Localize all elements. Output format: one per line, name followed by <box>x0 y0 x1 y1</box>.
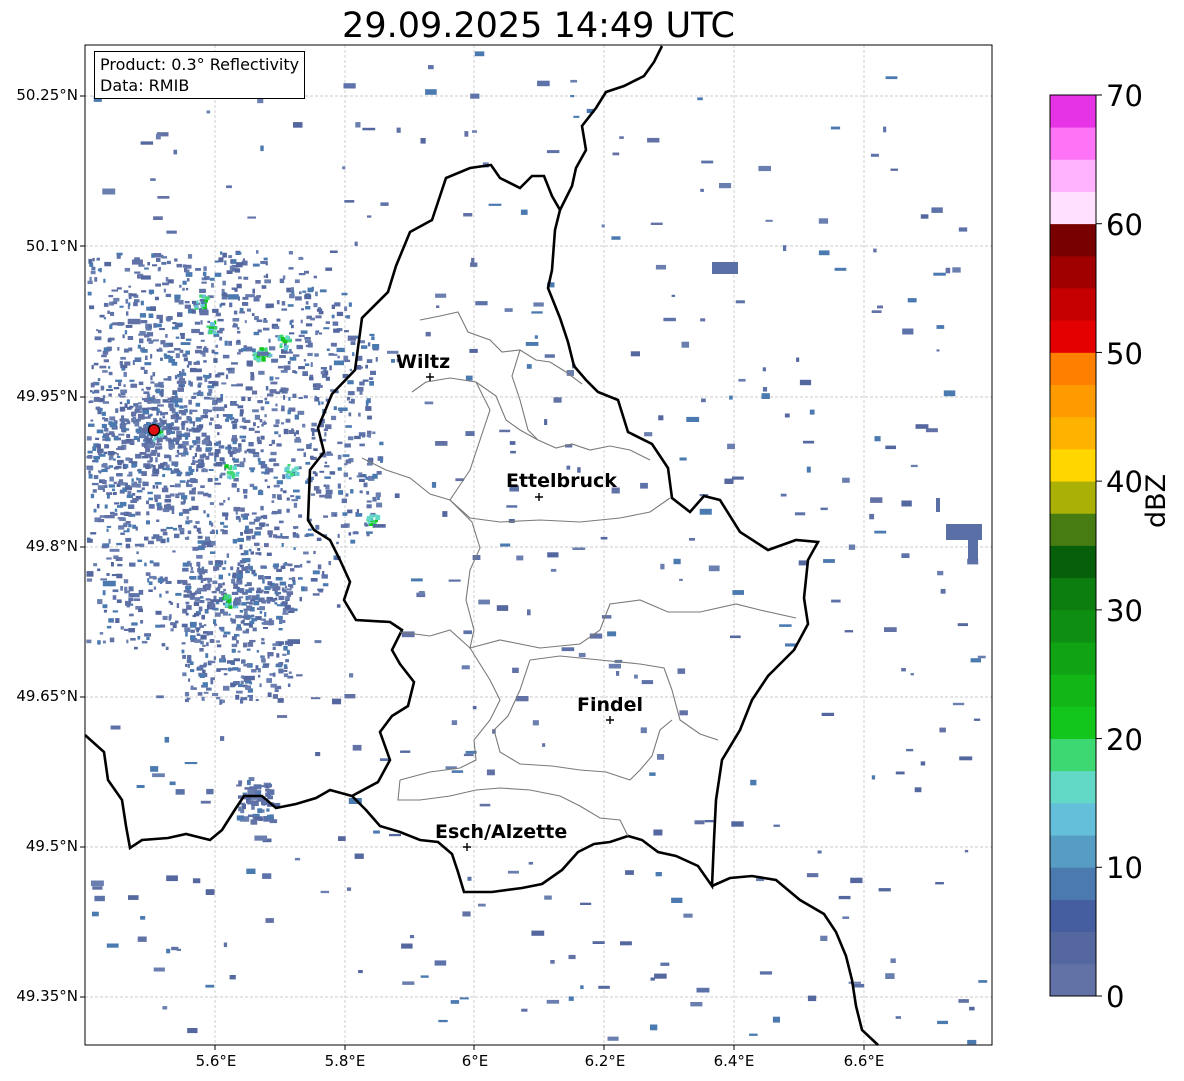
lat-tick-label: 50.1°N <box>25 237 78 255</box>
city-label-ettelbruck: Ettelbruck <box>506 470 617 492</box>
product-info-box: Product: 0.3° Reflectivity Data: RMIB <box>94 51 306 99</box>
reflectivity-echoes <box>86 51 988 1045</box>
colorbar-segment <box>1050 448 1096 482</box>
colorbar-tick-label: 70 <box>1106 79 1143 113</box>
colorbar-segment <box>1050 770 1096 804</box>
colorbar-tick-label: 10 <box>1106 851 1143 885</box>
colorbar-tick-label: 60 <box>1106 208 1143 242</box>
lat-tick-label: 50.25°N <box>16 86 78 104</box>
colorbar-tick-label: 20 <box>1106 723 1143 757</box>
colorbar-segment <box>1050 642 1096 675</box>
colorbar-segment <box>1050 288 1096 321</box>
colorbar-segment <box>1050 513 1096 546</box>
colorbar-segment <box>1050 609 1096 643</box>
graticule <box>80 45 992 1050</box>
colorbar-segment <box>1050 545 1096 579</box>
colorbar-label: dBZ <box>1141 473 1172 528</box>
country-border-france-belgium <box>84 734 353 851</box>
colorbar-tick-label: 50 <box>1106 337 1143 371</box>
product-label: Product: 0.3° Reflectivity <box>100 55 300 74</box>
lon-tick-label: 5.8°E <box>324 1052 366 1070</box>
lat-tick-label: 49.5°N <box>25 837 78 855</box>
city-marker-esch <box>463 843 471 851</box>
lat-tick-label: 49.95°N <box>16 387 78 405</box>
lon-tick-label: 5.6°E <box>195 1052 237 1070</box>
colorbar-segment <box>1050 738 1096 772</box>
city-label-findel: Findel <box>577 694 644 716</box>
lat-tick-label: 49.65°N <box>16 687 78 705</box>
country-border-germany-north <box>558 45 664 211</box>
radar-site-marker <box>147 423 161 437</box>
colorbar-segment <box>1050 95 1096 128</box>
colorbar-tick-label: 40 <box>1106 465 1143 499</box>
lat-tick-label: 49.8°N <box>25 537 78 555</box>
lon-tick-label: 6.2°E <box>584 1052 626 1070</box>
city-marker-wiltz <box>426 373 434 381</box>
lon-tick-label: 6.4°E <box>713 1052 755 1070</box>
colorbar-tick-label: 0 <box>1106 980 1125 1014</box>
colorbar-segment <box>1050 577 1096 611</box>
radar-map <box>80 44 1102 1050</box>
colorbar-segment <box>1050 127 1096 160</box>
colorbar-segment <box>1050 963 1096 997</box>
data-source-label: Data: RMIB <box>100 76 190 95</box>
map-title: 29.09.2025 14:49 UTC <box>342 6 735 46</box>
map-frame <box>84 44 993 1046</box>
colorbar-segment <box>1050 352 1096 386</box>
colorbar-segment <box>1050 159 1096 192</box>
city-label-esch-alzette: Esch/Alzette <box>435 821 568 843</box>
city-marker-findel <box>606 716 614 724</box>
lat-tick-label: 49.35°N <box>16 987 78 1005</box>
city-label-wiltz: Wiltz <box>396 351 451 373</box>
lon-tick-label: 6.6°E <box>843 1052 885 1070</box>
colorbar-segment <box>1050 255 1096 289</box>
colorbar <box>1049 94 1102 997</box>
lon-tick-label: 6°E <box>461 1052 489 1070</box>
colorbar-segment <box>1050 835 1096 868</box>
colorbar-tick-label: 30 <box>1106 594 1143 628</box>
colorbar-segment <box>1050 320 1096 353</box>
colorbar-segment <box>1050 802 1096 836</box>
canton-borders <box>361 311 797 837</box>
colorbar-segment <box>1050 899 1096 933</box>
colorbar-segment <box>1050 706 1096 739</box>
city-markers <box>426 373 614 851</box>
colorbar-segment <box>1050 416 1096 450</box>
country-border <box>306 163 821 894</box>
colorbar-segment <box>1050 481 1096 514</box>
colorbar-segment <box>1050 931 1096 965</box>
colorbar-segment <box>1050 384 1096 418</box>
city-marker-ettelbruck <box>535 493 543 501</box>
colorbar-segment <box>1050 867 1096 900</box>
colorbar-segment <box>1050 191 1096 225</box>
colorbar-segment <box>1050 674 1096 707</box>
country-border-germany-south <box>711 874 879 1046</box>
colorbar-segment <box>1050 223 1096 257</box>
